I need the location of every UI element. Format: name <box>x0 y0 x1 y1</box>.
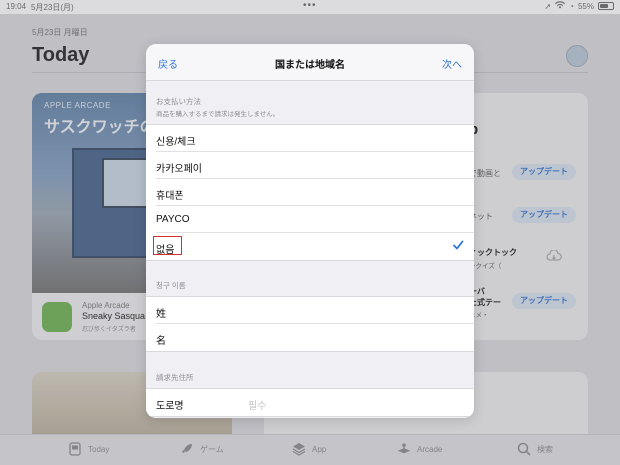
next-button[interactable]: 次へ <box>442 56 462 71</box>
payment-option-credit[interactable]: 신용/체크 <box>156 125 474 152</box>
sheet-nav-bar: 戻る 国または地域名 次へ <box>146 44 474 81</box>
payment-method-list: 신용/체크 카카오페이 휴대폰 PAYCO 없음 <box>146 124 474 261</box>
field-label: 도로명 <box>156 401 184 412</box>
option-label: 휴대폰 <box>156 191 184 202</box>
payment-option-kakaopay[interactable]: 카카오페이 <box>156 152 474 179</box>
battery-icon <box>598 2 614 10</box>
status-bar: 19:04 5月23日(月) ••• ➚ ◔ 55% <box>0 0 620 14</box>
battery-percent: 55% <box>577 1 594 11</box>
billing-address-header: 請求先住所 <box>156 373 194 382</box>
multitasking-dots-icon[interactable]: ••• <box>303 0 317 11</box>
field-label: 姓 <box>156 309 166 320</box>
first-name-field[interactable]: 名 <box>156 324 474 351</box>
status-time: 19:04 <box>6 2 27 11</box>
checkmark-icon <box>453 240 464 250</box>
payment-section-note: 商品を購入するまで請求は発生しません。 <box>156 111 280 118</box>
payment-option-payco[interactable]: PAYCO <box>156 206 474 233</box>
option-label: 신용/체크 <box>156 137 196 148</box>
payment-option-mobile[interactable]: 휴대폰 <box>156 179 474 206</box>
payment-info-sheet: 戻る 国または地域名 次へ お支払い方法 商品を購入するまで請求は発生しません。… <box>146 44 474 418</box>
street-field[interactable]: 도로명 필수 <box>156 389 474 416</box>
field-label: 名 <box>156 336 166 347</box>
location-icon: ➚ <box>544 1 552 11</box>
status-indicators: ➚ ◔ 55% <box>544 1 614 11</box>
status-date: 5月23日(月) <box>31 3 74 12</box>
billing-name-fields: 姓 名 <box>146 296 474 352</box>
option-label: 카카오페이 <box>156 164 202 175</box>
billing-name-header: 청구 이름 <box>156 281 186 290</box>
payment-option-none[interactable]: 없음 <box>153 233 474 260</box>
sheet-title: 国または地域名 <box>275 60 345 71</box>
option-label: PAYCO <box>156 214 190 225</box>
billing-address-fields: 도로명 필수 <box>146 388 474 417</box>
field-placeholder: 필수 <box>248 401 267 412</box>
alarm-icon: ◔ <box>569 1 574 11</box>
wifi-icon <box>555 1 566 11</box>
payment-section-header: お支払い方法 <box>156 97 201 106</box>
last-name-field[interactable]: 姓 <box>156 297 474 324</box>
option-label: 없음 <box>156 245 175 256</box>
